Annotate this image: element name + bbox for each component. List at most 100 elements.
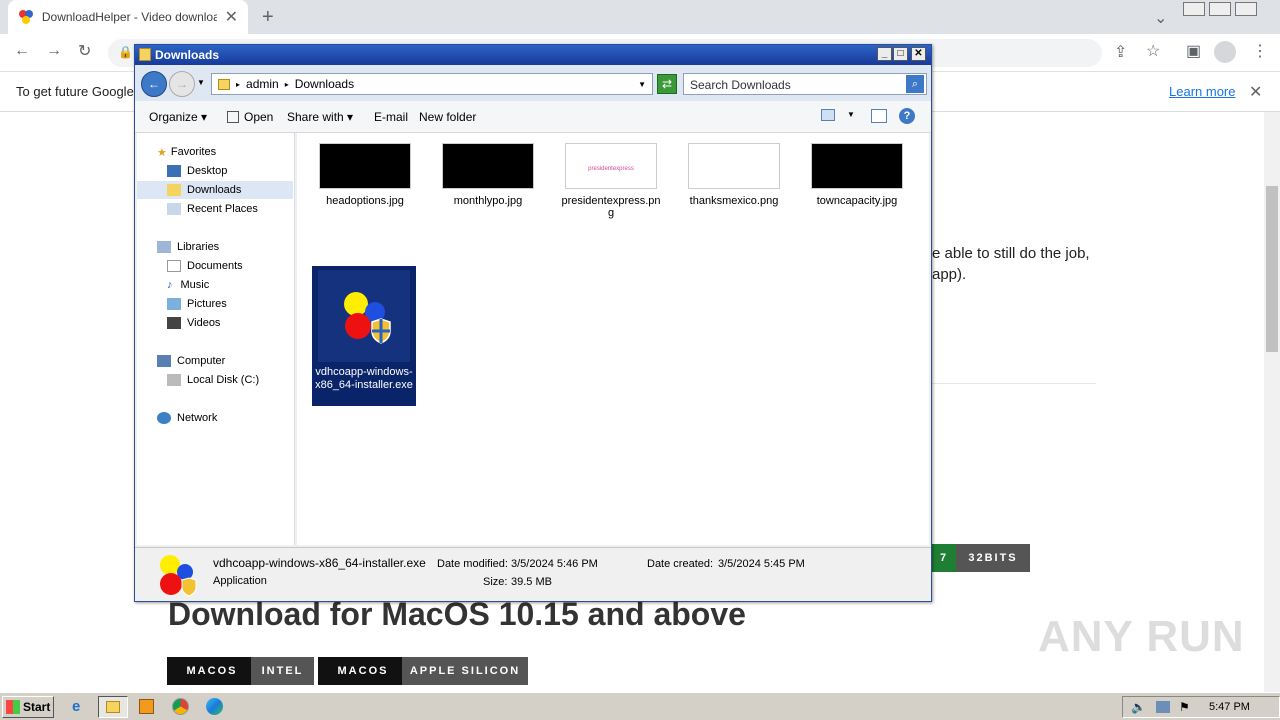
details-created-label: Date created: — [647, 558, 714, 570]
forward-arrow-icon[interactable]: → — [169, 71, 195, 97]
details-size-value: 39.5 MB — [511, 576, 552, 588]
close-tab-icon[interactable]: ✕ — [225, 7, 238, 27]
file-item[interactable]: thanksmexico.png — [682, 143, 786, 207]
media-player-icon[interactable] — [139, 699, 154, 714]
explorer-title-bar[interactable]: Downloads _ □ ✕ — [135, 45, 931, 65]
breadcrumb-downloads[interactable]: Downloads — [295, 77, 354, 91]
nav-network[interactable]: Network — [157, 409, 217, 427]
organize-button[interactable]: Organize ▾ — [149, 110, 207, 124]
details-created-value: 3/5/2024 5:45 PM — [718, 558, 805, 570]
reload-icon[interactable]: ↻ — [78, 41, 91, 61]
network-tray-icon[interactable] — [1156, 701, 1170, 713]
nav-music[interactable]: ♪ Music — [167, 276, 209, 294]
side-panel-icon[interactable]: ▣ — [1186, 41, 1201, 61]
view-dropdown-icon[interactable]: ▼ — [847, 110, 855, 119]
start-button[interactable]: Start — [2, 696, 54, 718]
profile-avatar[interactable] — [1214, 41, 1236, 63]
windows-32bit-download-button[interactable]: 7 32BITS — [932, 544, 1030, 572]
restore-window-button[interactable] — [1209, 2, 1231, 16]
explorer-command-bar: Organize ▾ Open Share with ▾ E-mail New … — [135, 101, 931, 133]
preview-pane-icon[interactable] — [871, 109, 887, 123]
disk-icon — [167, 374, 181, 386]
forward-icon[interactable]: → — [46, 42, 62, 60]
image-thumbnail — [442, 143, 534, 189]
breadcrumb-bar[interactable]: ▸ admin ▸ Downloads ▼ — [211, 73, 653, 95]
page-text-line: app). — [932, 266, 967, 283]
open-icon — [227, 111, 239, 123]
chevron-right-icon[interactable]: ▸ — [285, 80, 289, 89]
details-modified-label: Date modified: — [437, 558, 508, 570]
browser-tab[interactable]: DownloadHelper - Video download bro ✕ — [8, 0, 248, 34]
file-name: thanksmexico.png — [689, 195, 779, 207]
nav-documents[interactable]: Documents — [167, 257, 243, 275]
details-filename: vdhcoapp-windows-x86_64-installer.exe — [213, 556, 426, 570]
explorer-maximize-button[interactable]: □ — [893, 47, 908, 61]
close-window-button[interactable] — [1235, 2, 1257, 16]
scrollbar-thumb[interactable] — [1266, 186, 1278, 352]
nav-desktop[interactable]: Desktop — [167, 162, 227, 180]
file-item-selected[interactable]: vdhcoapp-windows-x86_64-installer.exe — [312, 266, 416, 406]
explorer-close-button[interactable]: ✕ — [911, 47, 926, 61]
file-item[interactable]: headoptions.jpg — [313, 143, 417, 207]
nav-downloads[interactable]: Downloads — [167, 181, 241, 199]
macos-intel-button[interactable]: MACOS INTEL — [167, 657, 314, 685]
macos-apple-silicon-button[interactable]: MACOS APPLE SILICON — [318, 657, 528, 685]
nav-recent-places[interactable]: Recent Places — [167, 200, 258, 218]
file-item[interactable]: towncapacity.jpg — [805, 143, 909, 207]
nav-favorites[interactable]: ★ Favorites — [157, 143, 216, 161]
email-button[interactable]: E-mail — [374, 110, 408, 124]
search-icon[interactable]: ⌕ — [906, 75, 924, 93]
back-icon[interactable]: ← — [14, 42, 30, 60]
explorer-taskbar-button[interactable] — [98, 696, 128, 718]
help-icon[interactable]: ? — [899, 108, 915, 124]
learn-more-link[interactable]: Learn more — [1169, 84, 1235, 99]
search-placeholder: Search Downloads — [690, 78, 791, 92]
new-folder-button[interactable]: New folder — [419, 110, 476, 124]
open-button[interactable]: Open — [227, 110, 273, 124]
share-with-button[interactable]: Share with ▾ — [287, 110, 353, 124]
explorer-minimize-button[interactable]: _ — [877, 47, 892, 61]
close-infobar-icon[interactable]: ✕ — [1249, 82, 1262, 102]
clock[interactable]: 5:47 PM — [1209, 701, 1250, 713]
breadcrumb-admin[interactable]: admin — [246, 77, 279, 91]
videos-icon — [167, 317, 181, 329]
internet-explorer-icon[interactable]: e — [72, 698, 80, 715]
volume-icon[interactable]: 🔈 — [1131, 700, 1146, 714]
nav-videos[interactable]: Videos — [167, 314, 220, 332]
action-center-flag-icon[interactable]: ⚑ — [1179, 700, 1190, 714]
address-dropdown-icon[interactable]: ▼ — [638, 80, 646, 89]
minimize-window-button[interactable] — [1183, 2, 1205, 16]
button-right-label: INTEL — [251, 657, 314, 685]
file-item[interactable]: presidentexpress presidentexpress.png — [559, 143, 663, 219]
file-name: presidentexpress.png — [561, 195, 661, 219]
vdhcoapp-installer-icon — [318, 270, 410, 362]
search-downloads-input[interactable]: Search Downloads ⌕ — [683, 73, 927, 95]
browser-tab-bar: DownloadHelper - Video download bro ✕ + … — [0, 0, 1280, 34]
chevron-right-icon[interactable]: ▸ — [236, 80, 240, 89]
tab-search-icon[interactable]: ⌄ — [1154, 8, 1167, 28]
back-arrow-icon[interactable]: ← — [141, 71, 167, 97]
file-item[interactable]: monthlypo.jpg — [436, 143, 540, 207]
details-modified-value: 3/5/2024 5:46 PM — [511, 558, 598, 570]
nav-libraries[interactable]: Libraries — [157, 238, 219, 256]
share-icon[interactable]: ⇪ — [1114, 42, 1127, 62]
edge-icon[interactable] — [206, 698, 223, 715]
explorer-window: Downloads _ □ ✕ ← → ▼ ▸ admin ▸ Download… — [134, 44, 932, 602]
menu-icon[interactable]: ⋮ — [1252, 41, 1268, 61]
nav-local-disk[interactable]: Local Disk (C:) — [167, 371, 259, 389]
button-right-label: 32BITS — [956, 544, 1030, 572]
refresh-icon[interactable]: ⇄ — [657, 74, 677, 94]
button-right-label: APPLE SILICON — [402, 657, 528, 685]
new-tab-icon[interactable]: + — [262, 6, 274, 29]
change-view-icon[interactable] — [821, 109, 835, 121]
file-name: towncapacity.jpg — [816, 195, 898, 207]
libraries-icon — [157, 241, 171, 253]
history-dropdown-icon[interactable]: ▼ — [197, 78, 205, 87]
page-text-line: e able to still do the job, — [932, 245, 1090, 262]
bookmark-star-icon[interactable]: ☆ — [1146, 41, 1160, 61]
nav-computer[interactable]: Computer — [157, 352, 225, 370]
nav-pictures[interactable]: Pictures — [167, 295, 227, 313]
chrome-icon[interactable] — [172, 698, 189, 715]
anyrun-watermark: ANY RUN — [1038, 612, 1245, 661]
network-icon — [157, 412, 171, 424]
